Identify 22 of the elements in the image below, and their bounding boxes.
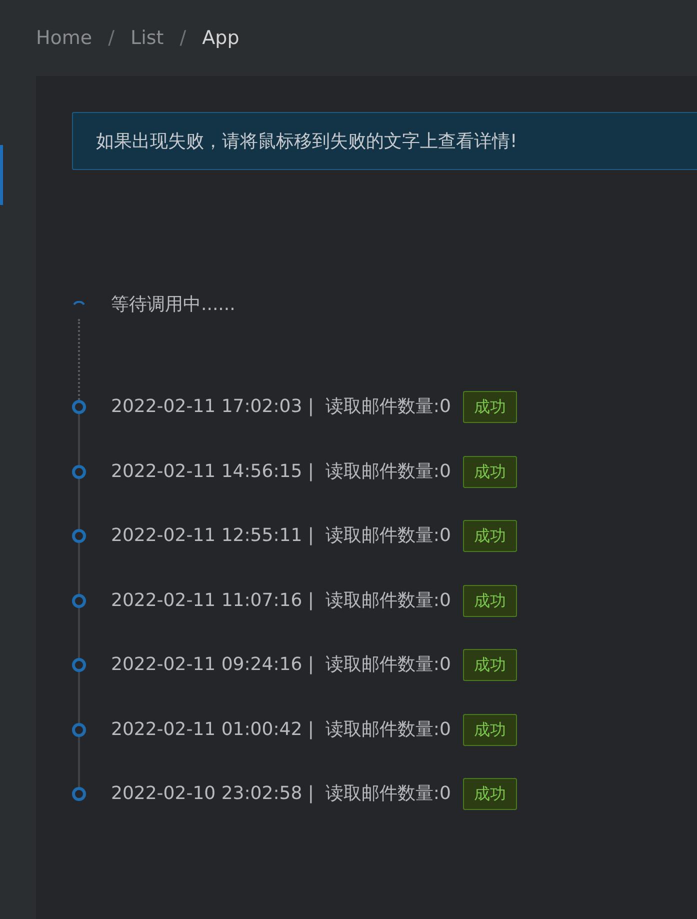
status-tag: 成功 (462, 649, 517, 681)
loading-icon (73, 301, 85, 305)
timeline-text: 2022-02-11 12:55:11 | 读取邮件数量:0 (111, 524, 451, 548)
status-tag: 成功 (462, 584, 517, 616)
status-tag: 成功 (462, 391, 517, 423)
breadcrumb-item: App (202, 26, 240, 51)
timeline-text: 2022-02-11 09:24:16 | 读取邮件数量:0 (111, 653, 451, 677)
timeline-text: 等待调用中...... (111, 293, 236, 317)
alert-text: 如果出现失败，请将鼠标移到失败的文字上查看详情! (96, 130, 518, 154)
timeline-text: 2022-02-11 01:00:42 | 读取邮件数量:0 (111, 718, 451, 742)
breadcrumb-item[interactable]: List (130, 24, 164, 52)
breadcrumb-separator: / (108, 26, 115, 51)
status-tag: 成功 (462, 778, 517, 810)
timeline-text: 2022-02-11 14:56:15 | 读取邮件数量:0 (111, 460, 451, 484)
breadcrumb-separator: / (180, 26, 186, 51)
timeline-text: 2022-02-11 17:02:03 | 读取邮件数量:0 (111, 395, 451, 419)
breadcrumb-item[interactable]: Home (36, 24, 92, 52)
status-tag: 成功 (462, 714, 517, 746)
status-tag: 成功 (462, 520, 517, 552)
timeline-text: 2022-02-10 23:02:58 | 读取邮件数量:0 (111, 782, 451, 806)
timeline-text: 2022-02-11 11:07:16 | 读取邮件数量:0 (111, 588, 451, 612)
status-tag: 成功 (462, 456, 517, 488)
